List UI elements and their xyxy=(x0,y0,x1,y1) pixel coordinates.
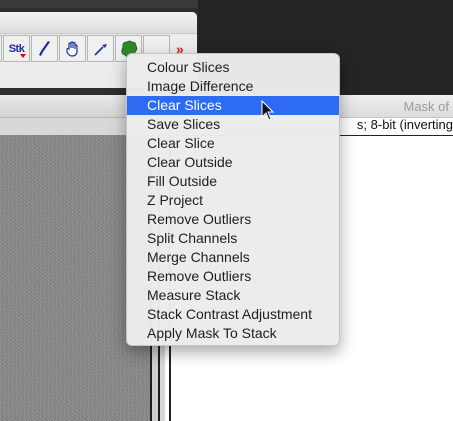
menu-item-remove-outliers[interactable]: Remove Outliers xyxy=(127,210,339,229)
menu-item-save-slices[interactable]: Save Slices xyxy=(127,115,339,134)
menu-item-colour-slices[interactable]: Colour Slices xyxy=(127,58,339,77)
menu-item-measure-stack[interactable]: Measure Stack xyxy=(127,286,339,305)
mask-window-title: Mask of xyxy=(403,99,449,114)
menu-item-clear-outside[interactable]: Clear Outside xyxy=(127,153,339,172)
brush-tool-button[interactable] xyxy=(31,35,58,62)
toolbar-titlebar xyxy=(0,12,197,34)
mouse-cursor-icon xyxy=(261,100,275,121)
menu-item-clear-slices[interactable]: Clear Slices xyxy=(127,96,339,115)
hand-icon xyxy=(65,40,78,57)
menu-item-merge-channels[interactable]: Merge Channels xyxy=(127,248,339,267)
menu-item-split-channels[interactable]: Split Channels xyxy=(127,229,339,248)
menu-item-clear-slice[interactable]: Clear Slice xyxy=(127,134,339,153)
tool-edge xyxy=(0,35,2,62)
pipette-icon xyxy=(93,43,107,56)
menu-item-stack-contrast-adjustment[interactable]: Stack Contrast Adjustment xyxy=(127,305,339,324)
hand-tool-button[interactable] xyxy=(59,35,86,62)
brush-icon xyxy=(38,40,50,56)
menu-item-remove-outliers-2[interactable]: Remove Outliers xyxy=(127,267,339,286)
menu-item-fill-outside[interactable]: Fill Outside xyxy=(127,172,339,191)
mask-window-info: s; 8-bit (inverting xyxy=(356,117,453,132)
stk-context-menu: Colour Slices Image Difference Clear Sli… xyxy=(126,53,340,346)
menu-item-z-project[interactable]: Z Project xyxy=(127,191,339,210)
menu-item-image-difference[interactable]: Image Difference xyxy=(127,77,339,96)
stk-dropdown-indicator-icon xyxy=(20,54,26,58)
stk-menu-button[interactable]: Stk xyxy=(3,35,30,62)
pipette-tool-button[interactable] xyxy=(87,35,114,62)
stk-label: Stk xyxy=(8,42,25,55)
menu-item-apply-mask-to-stack[interactable]: Apply Mask To Stack xyxy=(127,324,339,343)
